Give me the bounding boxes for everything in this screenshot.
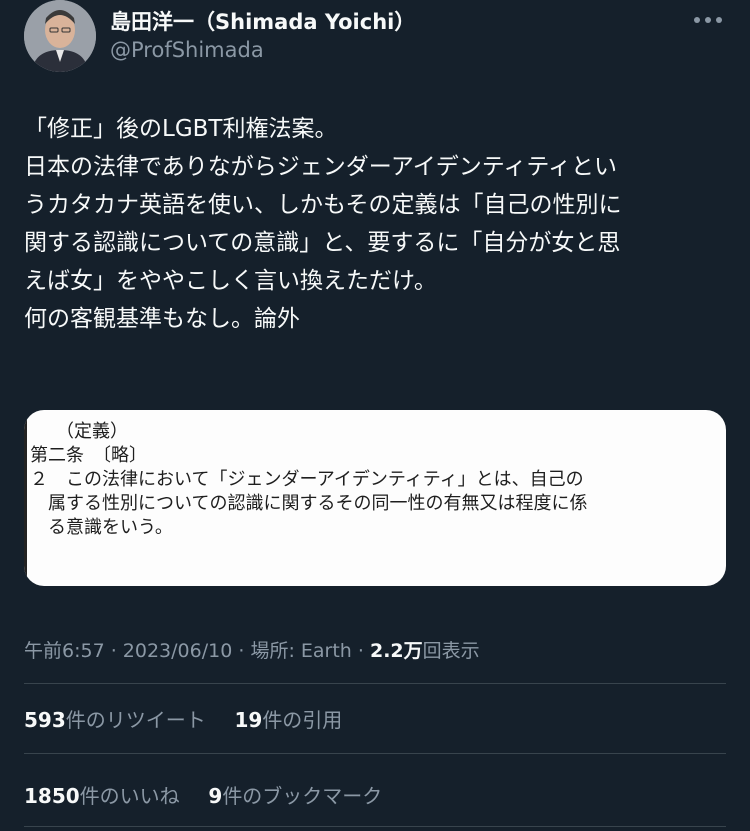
likes-count: 1850 [24, 784, 80, 808]
avatar[interactable] [24, 0, 96, 72]
likes-stat[interactable]: 1850件のいいね [24, 784, 180, 808]
meta-separator: · [351, 640, 370, 662]
doc-line: ２ この法律において「ジェンダーアイデンティティ」とは、自己の [30, 469, 584, 490]
stats-row-engagement: 1850件のいいね 9件のブックマーク [24, 780, 382, 809]
tweet-line: 「修正」後のLGBT利権法案。 [24, 116, 338, 142]
author-handle[interactable]: @ProfShimada [110, 38, 264, 62]
law-document-excerpt: （定義） 第二条 〔略〕 ２ この法律において「ジェンダーアイデンティティ」とは… [30, 420, 720, 580]
doc-line: 属する性別についての認識に関するその同一性の有無又は程度に係 [30, 493, 588, 514]
tweet-line: えば女」をややこしく言い換えただけ。 [24, 268, 437, 294]
bookmarks-label: 件のブックマーク [222, 784, 383, 808]
doc-line: る意識をいう。 [30, 517, 173, 538]
stats-row-shares: 593件のリツイート 19件の引用 [24, 704, 342, 733]
attached-image[interactable]: （定義） 第二条 〔略〕 ２ この法律において「ジェンダーアイデンティティ」とは… [24, 410, 726, 586]
tweet-meta: 午前6:57 · 2023/06/10 · 場所: Earth · 2.2万回表… [24, 636, 480, 663]
scan-edge [24, 410, 27, 586]
doc-line: （定義） [56, 421, 128, 442]
bookmarks-stat[interactable]: 9件のブックマーク [208, 784, 382, 808]
tweet-header: 島田洋一（Shimada Yoichi） @ProfShimada [24, 0, 726, 80]
divider [24, 683, 726, 684]
retweets-stat[interactable]: 593件のリツイート [24, 708, 206, 732]
meta-separator: · [232, 640, 251, 662]
quotes-label: 件の引用 [262, 708, 343, 732]
more-dots-icon[interactable] [690, 10, 726, 30]
retweets-label: 件のリツイート [65, 708, 206, 732]
tweet-line: 日本の法律でありながらジェンダーアイデンティティとい [24, 154, 617, 180]
tweet-location[interactable]: 場所: Earth [250, 640, 351, 662]
divider [24, 826, 726, 827]
author-name[interactable]: 島田洋一（Shimada Yoichi） [110, 6, 415, 36]
tweet-text: 「修正」後のLGBT利権法案。 日本の法律でありながらジェンダーアイデンティティ… [24, 110, 730, 338]
view-label: 回表示 [422, 640, 480, 662]
meta-separator: · [104, 640, 123, 662]
bookmarks-count: 9 [208, 784, 223, 808]
person-portrait-icon [24, 0, 96, 72]
view-count: 2.2万 [369, 640, 423, 662]
divider [24, 753, 726, 754]
likes-label: 件のいいね [79, 784, 180, 808]
tweet-time[interactable]: 午前6:57 [24, 640, 105, 662]
tweet-line: 何の客観基準もなし。論外 [24, 306, 300, 332]
doc-line: 第二条 〔略〕 [30, 445, 147, 466]
tweet-line: 関する認識についての意識」と、要するに「自分が女と思 [24, 230, 621, 256]
tweet-date[interactable]: 2023/06/10 [123, 640, 233, 662]
quotes-stat[interactable]: 19件の引用 [234, 708, 342, 732]
retweets-count: 593 [24, 708, 66, 732]
quotes-count: 19 [234, 708, 263, 732]
tweet-line: うカタカナ英語を使い、しかもその定義は「自己の性別に [24, 192, 622, 218]
